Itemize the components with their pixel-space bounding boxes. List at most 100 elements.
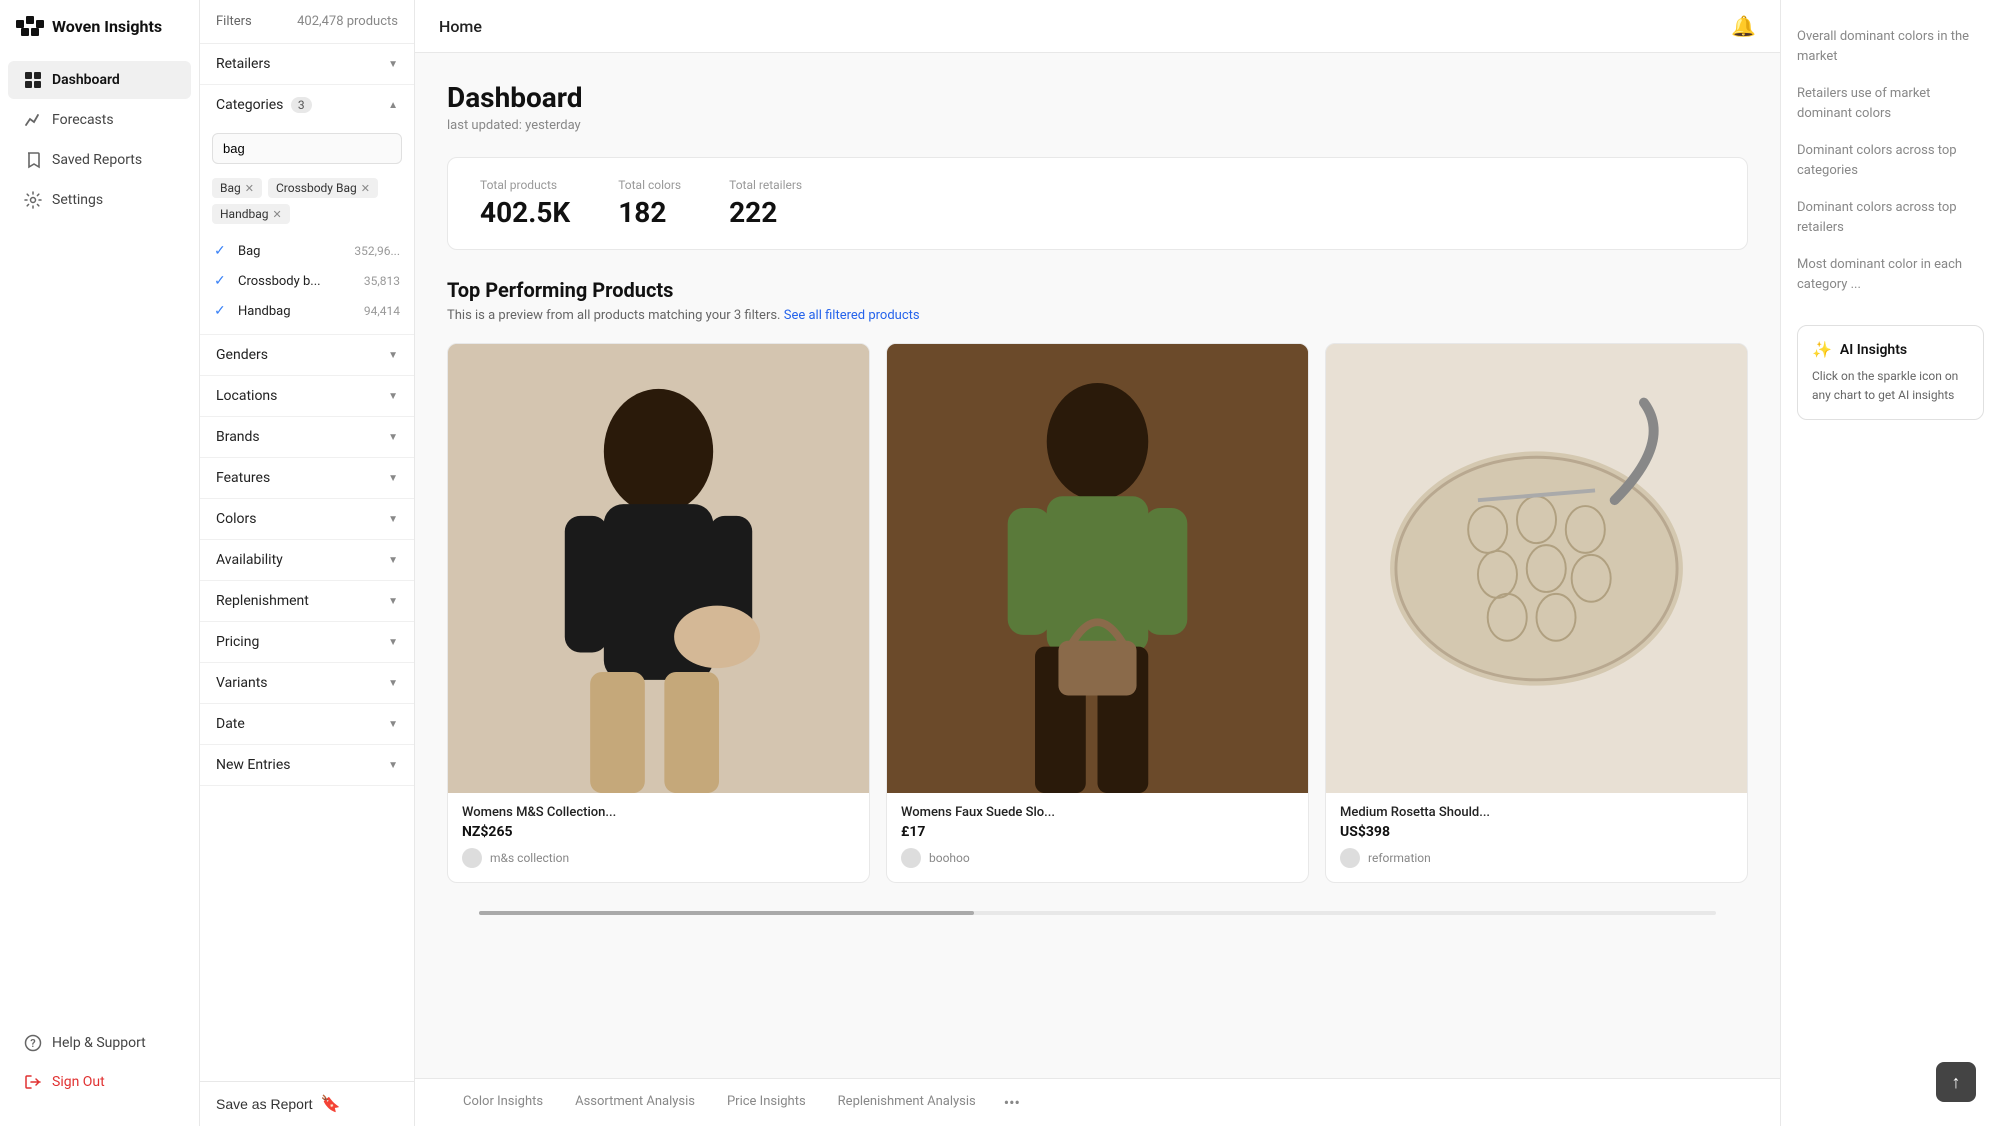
filter-colors-header[interactable]: Colors ▼ (200, 499, 414, 539)
filter-section-genders: Genders ▼ (200, 335, 414, 376)
app-name: Woven Insights (52, 17, 162, 36)
filter-availability-header[interactable]: Availability ▼ (200, 540, 414, 580)
filter-replenishment-label: Replenishment (216, 593, 309, 609)
ai-insights-title-text: AI Insights (1840, 342, 1907, 358)
stat-total-colors-label: Total colors (618, 178, 681, 192)
filter-genders-label: Genders (216, 347, 268, 363)
stat-total-retailers-value: 222 (729, 196, 802, 229)
filter-retailers-label: Retailers (216, 56, 270, 72)
tab-assortment-analysis[interactable]: Assortment Analysis (559, 1080, 711, 1125)
sidebar-item-saved-reports[interactable]: Saved Reports (8, 141, 191, 179)
chevron-down-icon: ▼ (388, 350, 398, 361)
filter-features-header[interactable]: Features ▼ (200, 458, 414, 498)
category-search-input[interactable] (212, 133, 402, 164)
stat-total-products-label: Total products (480, 178, 570, 192)
filter-colors-label: Colors (216, 511, 256, 527)
chevron-down-icon: ▼ (388, 555, 398, 566)
logout-icon (24, 1073, 42, 1091)
tag-crossbody: Crossbody Bag✕ (268, 178, 378, 198)
chevron-down-icon: ▼ (388, 514, 398, 525)
filter-section-pricing: Pricing ▼ (200, 622, 414, 663)
filter-categories-header[interactable]: Categories 3 ▲ (200, 85, 414, 125)
save-report-label: Save as Report (216, 1096, 313, 1112)
right-panel-link-3[interactable]: Dominant colors across top categories (1797, 138, 1984, 183)
save-report-button[interactable]: Save as Report 🔖 (216, 1094, 340, 1114)
chevron-down-icon: ▼ (388, 678, 398, 689)
right-panel-link-4[interactable]: Dominant colors across top retailers (1797, 195, 1984, 240)
category-item-bag[interactable]: ✓ Bag 352,96... (200, 236, 414, 266)
sidebar-item-label: Forecasts (52, 112, 114, 128)
filter-section-replenishment: Replenishment ▼ (200, 581, 414, 622)
filter-new-entries-header[interactable]: New Entries ▼ (200, 745, 414, 785)
chevron-down-icon: ▼ (388, 59, 398, 70)
sidebar-item-sign-out[interactable]: Sign Out (8, 1063, 191, 1101)
right-panel-link-1[interactable]: Overall dominant colors in the market (1797, 24, 1984, 69)
dashboard-title: Dashboard (447, 81, 1748, 114)
product-card-3: Medium Rosetta Should... US$398 reformat… (1325, 343, 1748, 883)
product-name-2: Womens Faux Suede Slo... (901, 805, 1294, 820)
cat-count: 94,414 (364, 304, 400, 318)
more-tabs-button[interactable]: ••• (996, 1079, 1028, 1126)
scroll-to-top-button[interactable]: ↑ (1936, 1062, 1976, 1102)
product-name-1: Womens M&S Collection... (462, 805, 855, 820)
stat-total-products: Total products 402.5K (480, 178, 570, 229)
ai-insights-title: ✨ AI Insights (1812, 340, 1969, 359)
filter-variants-header[interactable]: Variants ▼ (200, 663, 414, 703)
tab-replenishment-analysis[interactable]: Replenishment Analysis (822, 1080, 992, 1125)
filter-brands-header[interactable]: Brands ▼ (200, 417, 414, 457)
sidebar-item-dashboard[interactable]: Dashboard (8, 61, 191, 99)
sidebar-item-settings[interactable]: Settings (8, 181, 191, 219)
category-tags: Bag✕ Crossbody Bag✕ Handbag✕ (200, 172, 414, 232)
sidebar-item-forecasts[interactable]: Forecasts (8, 101, 191, 139)
gear-nav-icon (24, 191, 42, 209)
top-bar: Home 🔔 (415, 0, 1780, 53)
filter-features-label: Features (216, 470, 270, 486)
remove-tag-handbag[interactable]: ✕ (273, 208, 282, 221)
filter-header: Filters 402,478 products (200, 0, 414, 44)
product-card-2: Womens Faux Suede Slo... £17 boohoo (886, 343, 1309, 883)
chevron-down-icon: ▼ (388, 637, 398, 648)
scroll-thumb (479, 911, 974, 915)
ai-insights-text: Click on the sparkle icon on any chart t… (1812, 367, 1969, 405)
filter-pricing-header[interactable]: Pricing ▼ (200, 622, 414, 662)
right-panel-link-2[interactable]: Retailers use of market dominant colors (1797, 81, 1984, 126)
sidebar-item-label: Help & Support (52, 1035, 146, 1051)
retailer-name-3: reformation (1368, 851, 1431, 865)
section-subtitle-text: This is a preview from all products matc… (447, 308, 781, 323)
filter-section-features: Features ▼ (200, 458, 414, 499)
filter-genders-header[interactable]: Genders ▼ (200, 335, 414, 375)
topbar-home-label: Home (439, 17, 482, 36)
remove-tag-bag[interactable]: ✕ (245, 182, 254, 195)
scroll-track (479, 911, 1716, 915)
category-item-handbag[interactable]: ✓ Handbag 94,414 (200, 296, 414, 326)
category-item-crossbody[interactable]: ✓ Crossbody b... 35,813 (200, 266, 414, 296)
tab-color-insights[interactable]: Color Insights (447, 1080, 559, 1125)
filter-retailers-header[interactable]: Retailers ▼ (200, 44, 414, 84)
stat-total-colors-value: 182 (618, 196, 681, 229)
filter-locations-header[interactable]: Locations ▼ (200, 376, 414, 416)
filter-footer: Save as Report 🔖 (200, 1081, 414, 1126)
dashboard-subtitle: last updated: yesterday (447, 118, 1748, 133)
chevron-up-icon: ▲ (388, 100, 398, 111)
retailer-name-2: boohoo (929, 851, 970, 865)
filter-date-header[interactable]: Date ▼ (200, 704, 414, 744)
product-info-1: Womens M&S Collection... NZ$265 m&s coll… (448, 793, 869, 882)
see-all-link[interactable]: See all filtered products (784, 308, 920, 323)
category-list: ✓ Bag 352,96... ✓ Crossbody b... 35,813 … (200, 232, 414, 334)
bell-icon[interactable]: 🔔 (1731, 14, 1756, 38)
product-card-1: Womens M&S Collection... NZ$265 m&s coll… (447, 343, 870, 883)
sidebar-item-help[interactable]: ? Help & Support (8, 1024, 191, 1062)
right-panel-link-5[interactable]: Most dominant color in each category ... (1797, 252, 1984, 297)
filter-scroll: Retailers ▼ Categories 3 ▲ Bag✕ Crossbod… (200, 44, 414, 1081)
cat-count: 35,813 (364, 274, 400, 288)
filter-locations-label: Locations (216, 388, 277, 404)
tab-price-insights[interactable]: Price Insights (711, 1080, 822, 1125)
retailer-name-1: m&s collection (490, 851, 569, 865)
chevron-down-icon: ▼ (388, 432, 398, 443)
chevron-down-icon: ▼ (388, 596, 398, 607)
filter-section-new-entries: New Entries ▼ (200, 745, 414, 786)
product-image-1 (448, 344, 869, 793)
filter-replenishment-header[interactable]: Replenishment ▼ (200, 581, 414, 621)
bookmark-nav-icon (24, 151, 42, 169)
remove-tag-crossbody[interactable]: ✕ (361, 182, 370, 195)
